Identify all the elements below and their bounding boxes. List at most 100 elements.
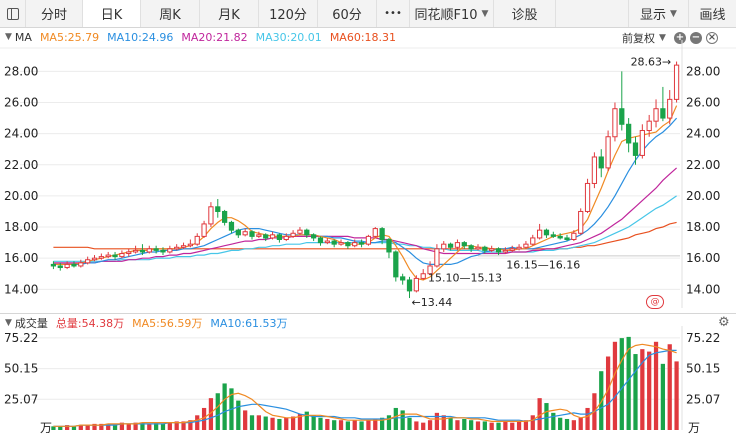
- candle-body[interactable]: [406, 279, 413, 292]
- candle-body[interactable]: [550, 234, 556, 237]
- volume-bar[interactable]: [619, 338, 624, 430]
- candle-body[interactable]: [311, 234, 317, 239]
- candle-body[interactable]: [105, 254, 111, 258]
- candle-body[interactable]: [434, 248, 440, 267]
- volume-bar[interactable]: [551, 412, 556, 430]
- candle-body[interactable]: [187, 243, 194, 247]
- candle-body[interactable]: [160, 249, 166, 253]
- volume-bar[interactable]: [558, 417, 563, 430]
- candle-body[interactable]: [468, 245, 474, 250]
- candle-body[interactable]: [489, 248, 495, 251]
- volume-bar[interactable]: [366, 420, 371, 430]
- candle-body[interactable]: [509, 248, 515, 251]
- volume-bar[interactable]: [571, 420, 576, 430]
- candle-body[interactable]: [78, 262, 84, 267]
- volume-bar[interactable]: [503, 421, 508, 430]
- volume-bar[interactable]: [496, 422, 501, 430]
- candle-body[interactable]: [119, 253, 125, 258]
- candle-body[interactable]: [653, 108, 659, 122]
- volume-bar[interactable]: [249, 415, 255, 430]
- candle-body[interactable]: [605, 136, 611, 169]
- candle-body[interactable]: [338, 242, 344, 245]
- volume-bar[interactable]: [407, 417, 412, 430]
- volume-bar[interactable]: [284, 417, 289, 430]
- candle-body[interactable]: [290, 232, 296, 237]
- candle-body[interactable]: [345, 242, 351, 247]
- volume-bar[interactable]: [564, 418, 570, 430]
- candle-body[interactable]: [530, 237, 536, 245]
- candle-body[interactable]: [584, 182, 591, 212]
- candle-body[interactable]: [393, 251, 399, 278]
- volume-bar[interactable]: [441, 415, 446, 430]
- volume-bar[interactable]: [215, 393, 220, 430]
- volume-bar[interactable]: [236, 400, 241, 430]
- volume-bar[interactable]: [393, 407, 398, 430]
- candle-body[interactable]: [269, 234, 276, 239]
- volume-bar[interactable]: [612, 341, 618, 430]
- candle-body[interactable]: [598, 156, 604, 169]
- candle-body[interactable]: [386, 238, 392, 253]
- volume-bar[interactable]: [674, 361, 679, 430]
- volume-bar[interactable]: [201, 407, 207, 430]
- candle-body[interactable]: [249, 231, 255, 237]
- candle-body[interactable]: [64, 263, 70, 269]
- volume-bar[interactable]: [455, 420, 460, 430]
- volume-bar[interactable]: [462, 418, 467, 430]
- candle-body[interactable]: [441, 243, 447, 250]
- candle-body[interactable]: [400, 276, 406, 281]
- volume-bar[interactable]: [160, 423, 166, 430]
- volume-bar[interactable]: [126, 423, 131, 430]
- candle-body[interactable]: [283, 235, 289, 240]
- volume-bar[interactable]: [112, 425, 118, 430]
- volume-bar[interactable]: [359, 421, 364, 430]
- volume-bar[interactable]: [318, 417, 323, 430]
- volume-bar[interactable]: [475, 421, 481, 430]
- volume-bar[interactable]: [270, 417, 275, 430]
- candle-body[interactable]: [331, 240, 337, 245]
- candle-body[interactable]: [215, 206, 221, 212]
- candle-body[interactable]: [235, 229, 241, 236]
- volume-bar[interactable]: [482, 421, 487, 430]
- volume-bar[interactable]: [311, 415, 316, 430]
- candle-body[interactable]: [420, 273, 426, 279]
- candle-body[interactable]: [242, 231, 248, 236]
- candle-body[interactable]: [71, 263, 77, 267]
- candle-body[interactable]: [221, 210, 228, 223]
- candle-body[interactable]: [228, 221, 235, 231]
- candle-body[interactable]: [536, 229, 543, 239]
- candle-body[interactable]: [201, 223, 207, 237]
- volume-bar[interactable]: [469, 420, 474, 430]
- volume-bar[interactable]: [448, 417, 453, 430]
- volume-bar[interactable]: [421, 422, 426, 430]
- candle-body[interactable]: [673, 64, 680, 100]
- candle-body[interactable]: [146, 248, 152, 253]
- candle-body[interactable]: [632, 142, 639, 156]
- volume-bar[interactable]: [585, 407, 590, 430]
- candle-body[interactable]: [167, 248, 173, 253]
- volume-bar[interactable]: [290, 416, 296, 430]
- candle-body[interactable]: [50, 263, 57, 267]
- candle-body[interactable]: [297, 229, 303, 234]
- candle-body[interactable]: [413, 277, 419, 292]
- volume-bar[interactable]: [167, 422, 172, 430]
- volume-bar[interactable]: [304, 411, 309, 430]
- candle-body[interactable]: [365, 235, 372, 245]
- candle-body[interactable]: [153, 248, 159, 251]
- candle-body[interactable]: [557, 235, 563, 239]
- candle-body[interactable]: [660, 108, 666, 119]
- candle-body[interactable]: [126, 251, 132, 255]
- candle-body[interactable]: [139, 249, 146, 253]
- candle-body[interactable]: [639, 130, 645, 156]
- volume-bar[interactable]: [256, 415, 261, 430]
- candle-body[interactable]: [57, 265, 63, 269]
- candle-body[interactable]: [132, 249, 139, 253]
- candle-body[interactable]: [543, 229, 550, 236]
- volume-bar[interactable]: [647, 351, 652, 430]
- volume-bar[interactable]: [633, 354, 638, 430]
- volume-bar[interactable]: [325, 418, 330, 430]
- candle-body[interactable]: [174, 246, 180, 250]
- candle-body[interactable]: [372, 228, 378, 237]
- volume-bar[interactable]: [667, 344, 672, 430]
- candle-body[interactable]: [352, 242, 358, 247]
- volume-bar[interactable]: [400, 410, 405, 430]
